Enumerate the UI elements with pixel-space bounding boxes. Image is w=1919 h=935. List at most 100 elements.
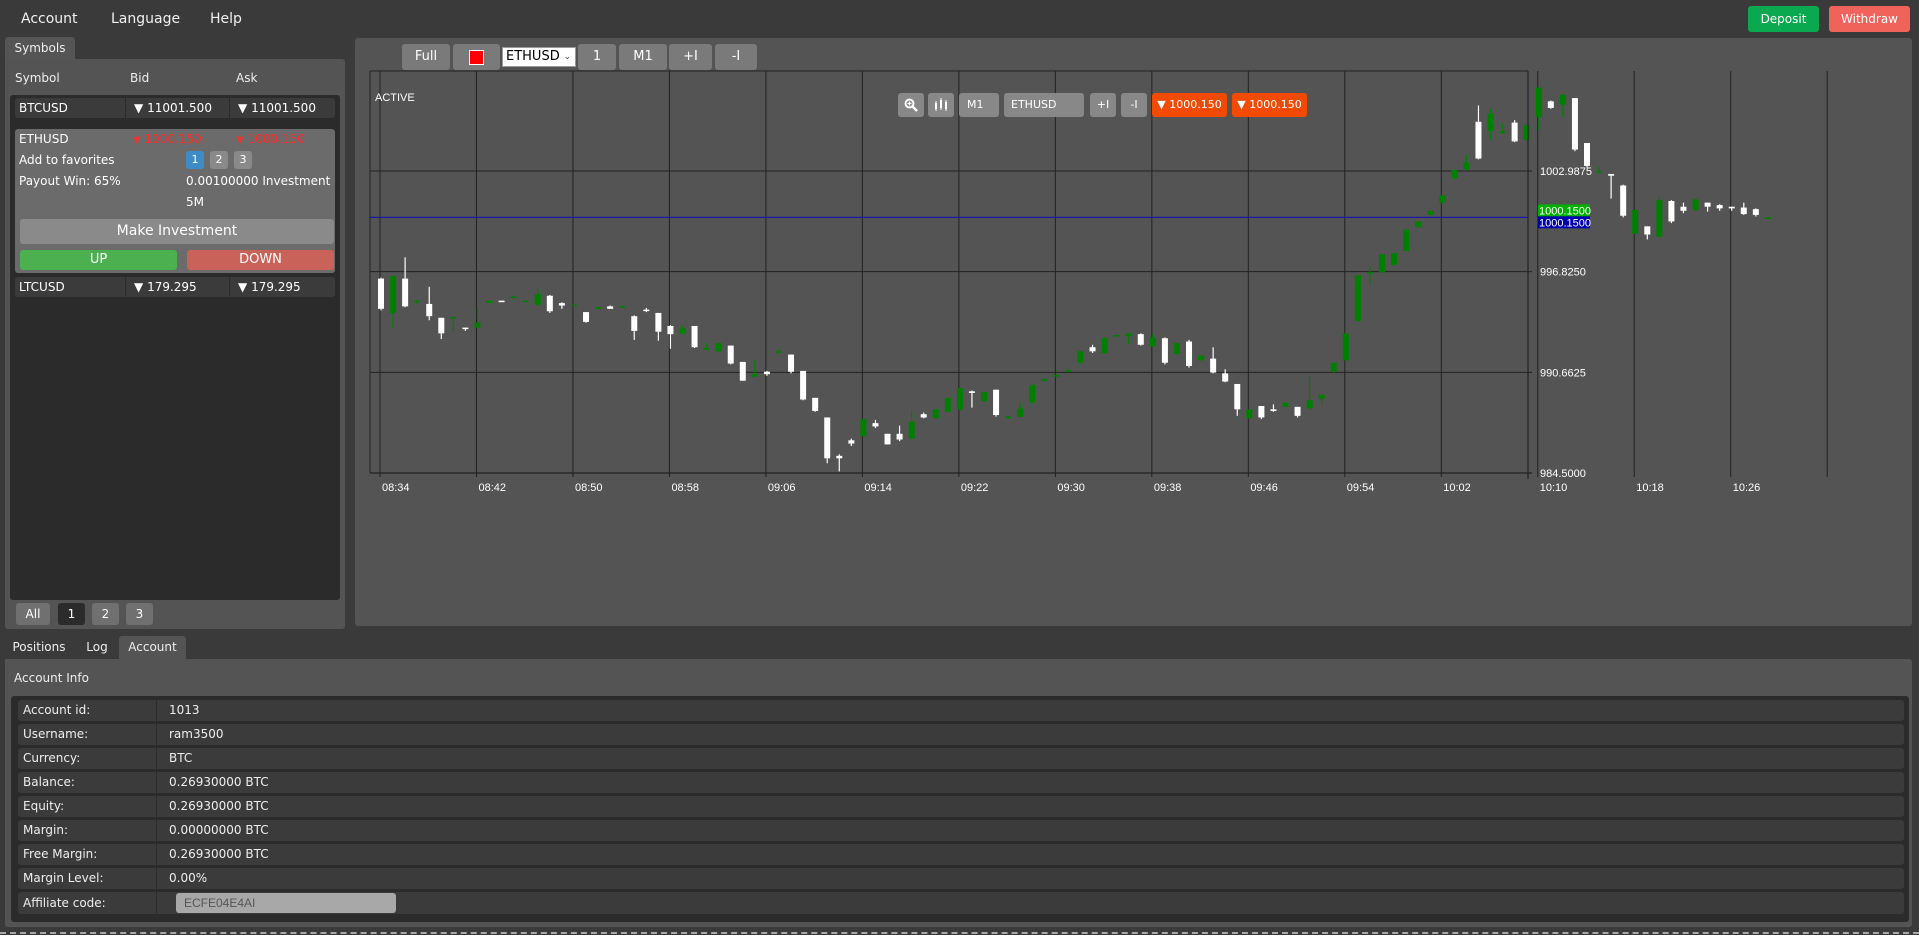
down-arrow-icon: ▼ bbox=[133, 135, 141, 146]
ask-cell: ▼ 11001.500 bbox=[229, 98, 316, 118]
x-tick-label: 09:30 bbox=[1057, 482, 1085, 494]
candle-body bbox=[872, 423, 879, 427]
candle-body bbox=[1366, 272, 1373, 274]
candle-bullish bbox=[486, 299, 493, 304]
candle-body bbox=[1198, 355, 1205, 361]
candle-body bbox=[474, 322, 481, 328]
symbol-row-btcusd[interactable]: BTCUSD ▼ 11001.500 ▼ 11001.500 bbox=[15, 98, 335, 118]
candle-bullish bbox=[414, 299, 421, 304]
candle-body bbox=[1210, 358, 1217, 373]
candle-body bbox=[1077, 351, 1084, 363]
candle-body bbox=[1511, 122, 1518, 142]
deposit-button[interactable]: Deposit bbox=[1748, 6, 1819, 32]
down-arrow-icon: ▼ bbox=[238, 280, 248, 294]
candle-bullish bbox=[390, 275, 397, 329]
inner-timeframe-button[interactable]: M1 bbox=[959, 93, 999, 117]
candle-bearish bbox=[438, 317, 445, 340]
candle-body bbox=[414, 300, 421, 303]
inner-symbol-button[interactable]: ETHUSD bbox=[1004, 93, 1084, 117]
candle-body bbox=[1716, 205, 1723, 209]
x-tick-label: 09:54 bbox=[1347, 482, 1375, 494]
menu-account[interactable]: Account bbox=[21, 11, 78, 27]
candle-body bbox=[390, 276, 397, 313]
chart-status-label: ACTIVE bbox=[375, 92, 415, 104]
candle-bearish bbox=[655, 312, 662, 341]
candle-bullish bbox=[1427, 210, 1434, 216]
favorite-3-button[interactable]: 3 bbox=[234, 151, 252, 169]
candle-bullish bbox=[1415, 221, 1422, 228]
tab-symbols[interactable]: Symbols bbox=[5, 37, 75, 59]
candle-bullish bbox=[1403, 229, 1410, 252]
affiliate-code-field[interactable]: ECFE04E4AI bbox=[176, 893, 396, 913]
candle-body bbox=[1101, 338, 1108, 353]
candle-body bbox=[1113, 334, 1120, 337]
candle-bearish bbox=[583, 312, 590, 323]
zoom-button[interactable] bbox=[898, 93, 924, 117]
fav-tab-3[interactable]: 3 bbox=[126, 603, 153, 625]
candle-bearish bbox=[691, 325, 698, 349]
tab-account[interactable]: Account bbox=[119, 636, 186, 659]
chart-panel: Full ETHUSD ⌄ 1 M1 +I -I 1002.9875 996.82… bbox=[355, 38, 1912, 626]
make-investment-button[interactable]: Make Investment bbox=[20, 219, 334, 244]
symbol-row-ethusd-expanded[interactable]: ETHUSD ▼ 1000.150 ▼ 1000.150 Add to favo… bbox=[15, 129, 335, 273]
row-label: Currency: bbox=[23, 751, 81, 765]
ask-cell: ▼ 179.295 bbox=[229, 277, 301, 297]
fav-tab-2[interactable]: 2 bbox=[92, 603, 119, 625]
down-button[interactable]: DOWN bbox=[187, 250, 334, 270]
candle-body bbox=[739, 361, 746, 381]
row-value: 0.00000000 BTC bbox=[156, 820, 1904, 841]
candle-bearish bbox=[426, 286, 433, 321]
candle-body bbox=[956, 388, 963, 410]
table-row: Margin: 0.00000000 BTC bbox=[18, 820, 1904, 841]
favorite-2-button[interactable]: 2 bbox=[210, 151, 228, 169]
candle-bearish bbox=[1137, 333, 1144, 346]
duration-value[interactable]: 5M bbox=[186, 195, 204, 209]
candle-body bbox=[1029, 384, 1036, 403]
tab-positions[interactable]: Positions bbox=[9, 636, 69, 659]
tab-log[interactable]: Log bbox=[79, 636, 115, 659]
candle-bearish bbox=[848, 438, 855, 447]
candle-body bbox=[1342, 333, 1349, 361]
candle-body bbox=[1041, 379, 1048, 381]
chart-type-button[interactable] bbox=[928, 93, 954, 117]
candle-bullish bbox=[1198, 355, 1205, 362]
inner-remove-indicator-button[interactable]: -I bbox=[1121, 93, 1147, 117]
candle-bearish bbox=[1511, 120, 1518, 143]
x-tick-label: 10:10 bbox=[1540, 482, 1568, 494]
candle-body bbox=[993, 389, 1000, 416]
fav-tab-1[interactable]: 1 bbox=[58, 603, 85, 625]
sell-price-button[interactable]: ▼ 1000.150 bbox=[1152, 93, 1227, 117]
x-tick-label: 08:50 bbox=[575, 482, 603, 494]
table-row: Free Margin: 0.26930000 BTC bbox=[18, 844, 1904, 865]
candle-bullish bbox=[956, 388, 963, 411]
candle-bullish bbox=[1065, 369, 1072, 372]
row-value: ram3500 bbox=[156, 724, 1904, 745]
investment-amount[interactable]: 0.00100000 Investment bbox=[186, 174, 330, 188]
candle-bullish bbox=[510, 295, 517, 299]
menu-help[interactable]: Help bbox=[210, 11, 242, 27]
symbol-name: LTCUSD bbox=[19, 280, 65, 294]
candle-body bbox=[1752, 209, 1759, 215]
candle-body bbox=[378, 278, 384, 309]
up-button[interactable]: UP bbox=[20, 250, 177, 270]
candle-bearish bbox=[1680, 202, 1687, 214]
candle-body bbox=[1499, 131, 1506, 134]
favorite-1-button[interactable]: 1 bbox=[186, 151, 204, 169]
candlestick-chart[interactable]: 1002.9875 996.8250 990.6625 984.5000 08:34 08… bbox=[355, 38, 1912, 626]
candle-bearish bbox=[498, 300, 505, 303]
candle-bullish bbox=[1041, 378, 1048, 382]
menu-language[interactable]: Language bbox=[111, 11, 180, 27]
buy-price-button[interactable]: ▼ 1000.150 bbox=[1232, 93, 1307, 117]
candle-body bbox=[1246, 409, 1253, 419]
candle-body bbox=[1680, 206, 1687, 211]
symbol-row-ltcusd[interactable]: LTCUSD ▼ 179.295 ▼ 179.295 bbox=[15, 277, 335, 297]
candle-bearish bbox=[558, 302, 565, 309]
candle-body bbox=[1161, 338, 1168, 363]
inner-add-indicator-button[interactable]: +I bbox=[1090, 93, 1116, 117]
fav-tab-all[interactable]: All bbox=[16, 603, 50, 625]
row-label: Margin Level: bbox=[23, 871, 104, 885]
row-label: Balance: bbox=[23, 775, 75, 789]
candle-bearish bbox=[462, 327, 469, 331]
withdraw-button[interactable]: Withdraw bbox=[1829, 6, 1910, 32]
candle-bearish bbox=[1716, 204, 1723, 211]
